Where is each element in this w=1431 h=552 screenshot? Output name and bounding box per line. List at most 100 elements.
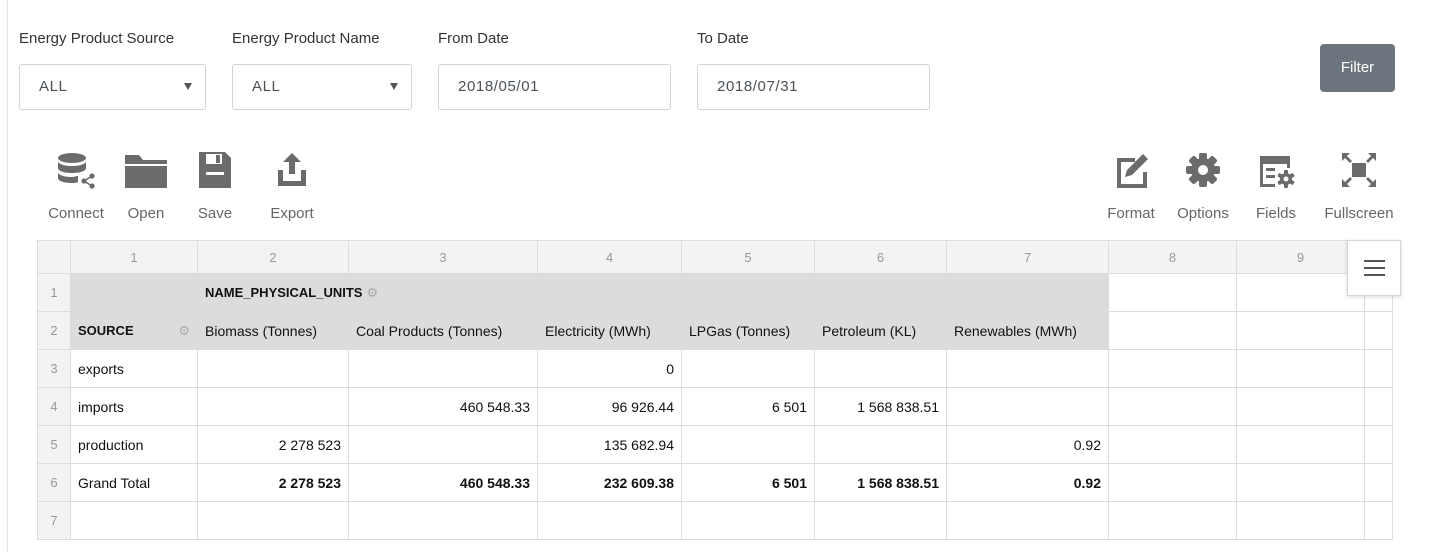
total-cell[interactable]: 2 278 523 (197, 463, 349, 502)
column-field-header[interactable]: NAME_PHYSICAL_UNITS ⚙ (197, 273, 1109, 312)
column-header[interactable]: Renewables (MWh) (946, 311, 1109, 350)
export-label: Export (270, 205, 314, 222)
empty-cell (681, 501, 815, 540)
column-number[interactable]: 1 (70, 240, 198, 274)
column-number[interactable]: 7 (946, 240, 1109, 274)
value-cell[interactable]: 6 501 (681, 387, 815, 426)
hamburger-icon (1364, 274, 1385, 276)
options-button[interactable]: Options (1169, 150, 1237, 222)
column-number[interactable]: 3 (348, 240, 538, 274)
empty-cell (1236, 463, 1365, 502)
value-cell[interactable]: 2 278 523 (197, 425, 349, 464)
row-number[interactable]: 7 (37, 501, 71, 540)
row-number[interactable]: 2 (37, 311, 71, 350)
total-cell[interactable]: 1 568 838.51 (814, 463, 947, 502)
value-cell[interactable] (681, 425, 815, 464)
corner-cell (37, 240, 71, 274)
value-cell[interactable]: 0 (537, 349, 682, 388)
row-label[interactable]: imports (70, 387, 198, 426)
filter-button[interactable]: Filter (1320, 44, 1395, 92)
row-number[interactable]: 1 (37, 273, 71, 312)
row-number[interactable]: 3 (37, 349, 71, 388)
fullscreen-button[interactable]: Fullscreen (1318, 150, 1400, 222)
save-button[interactable]: Save (193, 150, 237, 222)
empty-cell (1236, 501, 1365, 540)
total-cell[interactable]: 232 609.38 (537, 463, 682, 502)
grand-total-label[interactable]: Grand Total (70, 463, 198, 502)
product-name-select[interactable]: ALL (232, 64, 412, 110)
empty-cell (1364, 349, 1393, 388)
column-header[interactable]: Biomass (Tonnes) (197, 311, 349, 350)
options-label: Options (1177, 205, 1229, 222)
from-date-input[interactable]: 2018/05/01 (438, 64, 671, 110)
value-cell[interactable] (197, 349, 349, 388)
row-field-label: SOURCE (78, 323, 134, 338)
connect-button[interactable]: Connect (39, 150, 113, 222)
value-cell[interactable]: 135 682.94 (537, 425, 682, 464)
hamburger-icon (1364, 260, 1385, 262)
column-number-row: 1 2 3 4 5 6 7 8 9 (37, 240, 1393, 274)
row-label[interactable]: production (70, 425, 198, 464)
column-header[interactable]: LPGas (Tonnes) (681, 311, 815, 350)
value-cell[interactable]: 96 926.44 (537, 387, 682, 426)
total-cell[interactable]: 0.92 (946, 463, 1109, 502)
empty-cell (1364, 463, 1393, 502)
empty-cell (537, 501, 682, 540)
column-number[interactable]: 2 (197, 240, 349, 274)
expand-icon (1342, 153, 1376, 187)
gear-icon[interactable]: ⚙ (178, 323, 190, 339)
column-number[interactable]: 8 (1108, 240, 1237, 274)
empty-cell (1236, 387, 1365, 426)
pivot-grid: 1 2 3 4 5 6 7 8 9 1 NAME_PHYSICAL_UNITS ⚙… (37, 240, 1393, 540)
row-number[interactable]: 4 (37, 387, 71, 426)
value-cell[interactable] (348, 425, 538, 464)
total-cell[interactable]: 6 501 (681, 463, 815, 502)
empty-cell (946, 501, 1109, 540)
empty-cell (1108, 501, 1237, 540)
format-button[interactable]: Format (1099, 150, 1163, 222)
open-button[interactable]: Open (118, 150, 174, 222)
row-number[interactable]: 6 (37, 463, 71, 502)
column-header[interactable]: Petroleum (KL) (814, 311, 947, 350)
grid-menu-button[interactable] (1347, 240, 1401, 296)
source-value: ALL (39, 78, 68, 95)
empty-cell (1108, 273, 1237, 312)
table-row: 2 SOURCE ⚙ Biomass (Tonnes) Coal Products… (37, 311, 1393, 350)
empty-cell (1108, 387, 1237, 426)
format-label: Format (1107, 205, 1155, 222)
source-label: Energy Product Source (19, 30, 175, 47)
row-label[interactable]: exports (70, 349, 198, 388)
value-cell[interactable] (197, 387, 349, 426)
value-cell[interactable] (681, 349, 815, 388)
save-label: Save (197, 205, 233, 222)
value-cell[interactable]: 460 548.33 (348, 387, 538, 426)
value-cell[interactable] (814, 425, 947, 464)
value-cell[interactable]: 1 568 838.51 (814, 387, 947, 426)
upload-icon (278, 153, 306, 186)
row-number[interactable]: 5 (37, 425, 71, 464)
to-date-label: To Date (697, 30, 749, 47)
empty-cell (70, 501, 198, 540)
to-date-input[interactable]: 2018/07/31 (697, 64, 930, 110)
column-header[interactable]: Electricity (MWh) (537, 311, 682, 350)
column-number[interactable]: 9 (1236, 240, 1365, 274)
export-button[interactable]: Export (261, 150, 323, 222)
empty-cell (1108, 349, 1237, 388)
column-number[interactable]: 6 (814, 240, 947, 274)
gear-icon[interactable]: ⚙ (366, 285, 378, 300)
table-row: 1 NAME_PHYSICAL_UNITS ⚙ (37, 273, 1393, 312)
column-number[interactable]: 4 (537, 240, 682, 274)
total-cell[interactable]: 460 548.33 (348, 463, 538, 502)
fields-button[interactable]: Fields (1248, 150, 1304, 222)
value-cell[interactable] (814, 349, 947, 388)
value-cell[interactable] (946, 387, 1109, 426)
source-select[interactable]: ALL (19, 64, 206, 110)
column-header[interactable]: Coal Products (Tonnes) (348, 311, 538, 350)
value-cell[interactable]: 0.92 (946, 425, 1109, 464)
empty-cell (1236, 425, 1365, 464)
value-cell[interactable] (946, 349, 1109, 388)
row-field-header[interactable]: SOURCE ⚙ (70, 311, 198, 350)
fields-label: Fields (1255, 205, 1296, 222)
column-number[interactable]: 5 (681, 240, 815, 274)
value-cell[interactable] (348, 349, 538, 388)
